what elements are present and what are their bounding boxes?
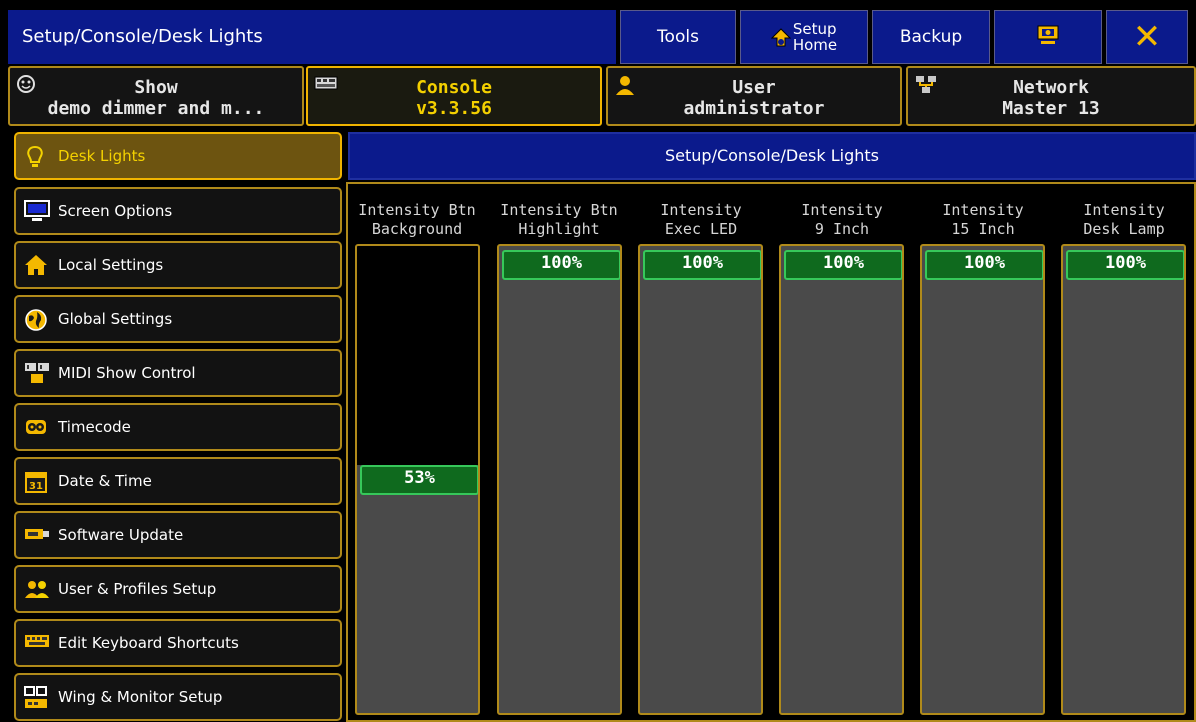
tab-console-label: Console — [416, 77, 492, 98]
monitor-icon — [24, 200, 50, 222]
bulb-icon — [24, 145, 50, 167]
sidebar-item-label: Software Update — [58, 526, 184, 544]
network-icon — [914, 74, 938, 101]
calendar-icon: 31 — [24, 470, 50, 493]
tools-button[interactable]: Tools — [620, 10, 736, 64]
sidebar-item-midi-show-control[interactable]: MIDI Show Control — [14, 349, 342, 397]
tab-console-value: v3.3.56 — [416, 98, 492, 119]
tab-show-label: Show — [134, 77, 178, 98]
sidebar-item-label: User & Profiles Setup — [58, 580, 217, 598]
fader-intensity-9-inch[interactable]: 100% — [779, 244, 904, 715]
sidebar-item-date-time[interactable]: 31 Date & Time — [14, 457, 342, 505]
sidebar-item-label: Desk Lights — [58, 147, 146, 165]
sidebar-item-global-settings[interactable]: Global Settings — [14, 295, 342, 343]
sidebar-item-label: Local Settings — [58, 256, 164, 274]
close-button[interactable]: ✕ — [1106, 10, 1188, 64]
fader-label-15-inch: Intensity 15 Inch — [942, 201, 1024, 238]
sidebar-item-timecode[interactable]: Timecode — [14, 403, 342, 451]
tab-network[interactable]: Network Master 13 — [906, 66, 1196, 126]
sidebar-item-screen-options[interactable]: Screen Options — [14, 187, 342, 235]
tab-user[interactable]: User administrator — [606, 66, 902, 126]
screen-button[interactable] — [994, 10, 1102, 64]
sidebar-item-label: Global Settings — [58, 310, 173, 328]
fader-value: 100% — [925, 250, 1043, 280]
sidebar-item-desk-lights[interactable]: Desk Lights — [14, 132, 342, 180]
sidebar-item-label: Wing & Monitor Setup — [58, 688, 223, 706]
show-icon — [16, 74, 36, 99]
fader-label-9-inch: Intensity 9 Inch — [801, 201, 883, 238]
svg-text:31: 31 — [29, 481, 43, 492]
fader-label-highlight: Intensity Btn Highlight — [500, 201, 618, 238]
setup-home-line1: Setup — [792, 20, 837, 38]
fader-value: 100% — [643, 250, 761, 280]
home-icon — [24, 254, 50, 276]
fader-empty — [357, 246, 478, 465]
setup-home-button[interactable]: Setup Home — [740, 10, 868, 64]
close-icon: ✕ — [1132, 17, 1162, 57]
fader-value: 100% — [502, 250, 620, 280]
setup-home-line2: Home — [792, 36, 838, 54]
sidebar-item-label: MIDI Show Control — [58, 364, 196, 382]
tab-network-label: Network — [1013, 77, 1089, 98]
fader-label-background: Intensity Btn Background — [358, 201, 476, 238]
fader-intensity-exec-led[interactable]: 100% — [638, 244, 763, 715]
backup-label: Backup — [899, 27, 963, 47]
fader-value: 100% — [1066, 250, 1184, 280]
sidebar-item-local-settings[interactable]: Local Settings — [14, 241, 342, 289]
tools-label: Tools — [657, 27, 699, 47]
tab-user-label: User — [732, 77, 776, 98]
tab-network-value: Master 13 — [1002, 98, 1100, 119]
sidebar-item-software-update[interactable]: Software Update — [14, 511, 342, 559]
tab-show[interactable]: Show demo dimmer and m... — [8, 66, 304, 126]
fader-value: 100% — [784, 250, 902, 280]
sidebar-item-label: Screen Options — [58, 202, 173, 220]
fader-label-desk-lamp: Intensity Desk Lamp — [1083, 201, 1165, 238]
fader-intensity-btn-background[interactable]: 53% — [355, 244, 480, 715]
backup-button[interactable]: Backup — [872, 10, 990, 64]
console-icon — [314, 74, 338, 97]
timecode-icon — [24, 416, 50, 438]
fader-value: 53% — [360, 465, 478, 495]
content-title: Setup/Console/Desk Lights — [348, 132, 1196, 180]
screen-icon — [1035, 24, 1061, 51]
users-icon — [24, 578, 50, 600]
sidebar-item-label: Edit Keyboard Shortcuts — [58, 634, 239, 652]
fader-intensity-desk-lamp[interactable]: 100% — [1061, 244, 1186, 715]
sidebar-item-label: Date & Time — [58, 472, 152, 490]
usb-icon — [24, 524, 50, 546]
fader-intensity-15-inch[interactable]: 100% — [920, 244, 1045, 715]
user-icon — [614, 74, 636, 101]
setup-home-icon — [770, 28, 792, 47]
keyboard-icon — [24, 632, 50, 654]
fader-label-exec-led: Intensity Exec LED — [660, 201, 742, 238]
tab-show-value: demo dimmer and m... — [47, 98, 265, 119]
tab-user-value: administrator — [683, 98, 825, 119]
fader-intensity-btn-highlight[interactable]: 100% — [497, 244, 622, 715]
sidebar-item-wing-monitor[interactable]: Wing & Monitor Setup — [14, 673, 342, 721]
wing-icon — [24, 686, 50, 708]
midi-icon — [24, 362, 50, 384]
sidebar-item-user-profiles[interactable]: User & Profiles Setup — [14, 565, 342, 613]
tab-console[interactable]: Console v3.3.56 — [306, 66, 602, 126]
sidebar-item-label: Timecode — [58, 418, 131, 436]
sidebar-item-keyboard-shortcuts[interactable]: Edit Keyboard Shortcuts — [14, 619, 342, 667]
window-title: Setup/Console/Desk Lights — [8, 10, 616, 64]
globe-icon — [24, 308, 50, 331]
